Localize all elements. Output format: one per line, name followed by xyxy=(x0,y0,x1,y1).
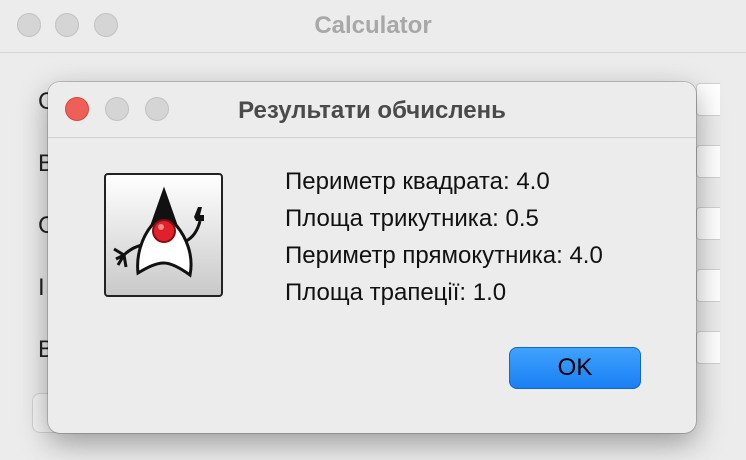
main-input-field-1[interactable] xyxy=(696,83,720,116)
main-input-field-5[interactable] xyxy=(696,331,720,364)
results-dialog: Результати обчислень Периметр квадрата: … xyxy=(48,82,696,433)
main-window-title: Calculator xyxy=(314,12,432,39)
main-input-field-2[interactable] xyxy=(696,145,720,178)
main-titlebar: Calculator xyxy=(0,0,746,53)
main-input-field-3[interactable] xyxy=(696,207,720,240)
result-square-perimeter: Периметр квадрата: 4.0 xyxy=(285,168,550,195)
main-input-field-4[interactable] xyxy=(696,269,720,302)
result-rectangle-perimeter: Периметр прямокутника: 4.0 xyxy=(285,242,603,269)
result-triangle-area: Площа трикутника: 0.5 xyxy=(285,205,539,232)
ok-button[interactable]: OK xyxy=(509,347,641,389)
result-trapezoid-area: Площа трапеції: 1.0 xyxy=(285,279,507,306)
main-row-label-4: I xyxy=(38,274,45,301)
java-duke-icon xyxy=(104,173,223,297)
dialog-titlebar: Результати обчислень xyxy=(48,82,696,138)
dialog-title: Результати обчислень xyxy=(238,97,506,124)
